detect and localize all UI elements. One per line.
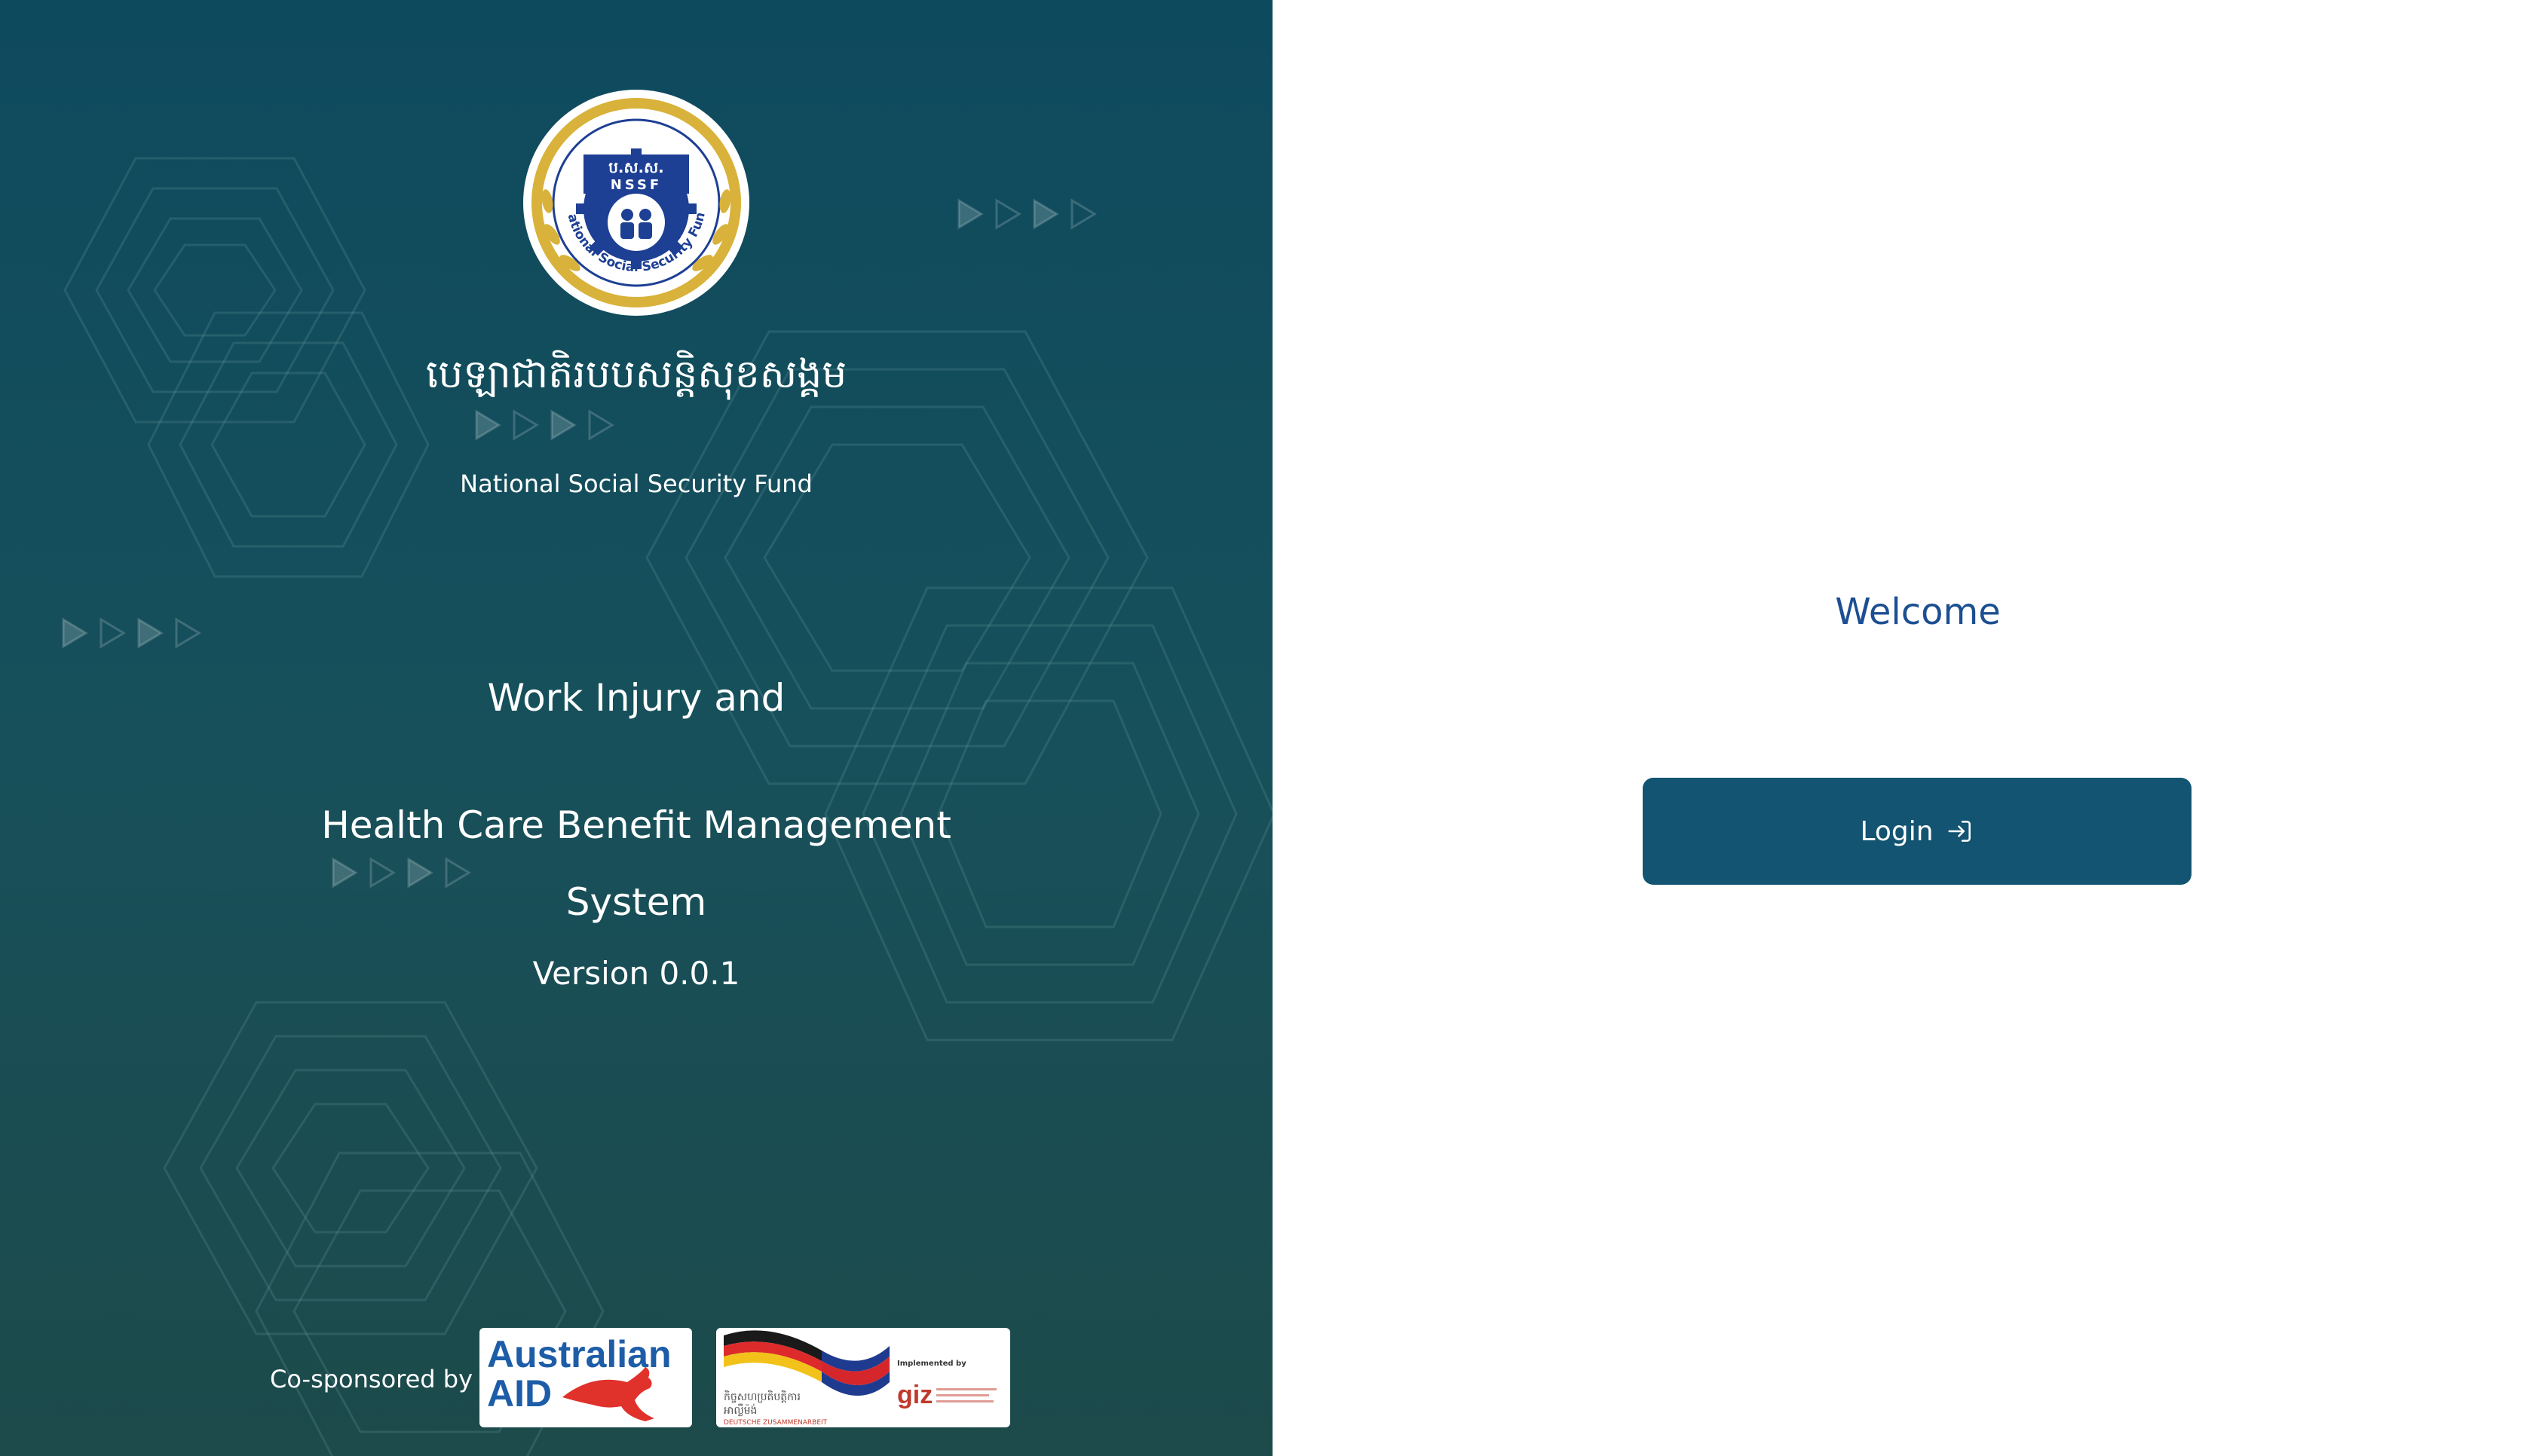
nssf-logo: ប.ស.ស. NSSF National Social Security Fun…: [522, 88, 749, 316]
version-label: Version 0.0.1: [532, 955, 740, 992]
svg-text:ប.ស.ស.: ប.ស.ស.: [608, 158, 664, 176]
cosponsor-label: Co-sponsored by: [270, 1365, 473, 1393]
australian-aid-logo: Australian AID: [479, 1328, 692, 1427]
login-page: ប.ស.ស. NSSF National Social Security Fun…: [0, 0, 2533, 1456]
org-name: National Social Security Fund: [460, 470, 813, 498]
svg-text:DEUTSCHE ZUSAMMENARBEIT: DEUTSCHE ZUSAMMENARBEIT: [724, 1419, 828, 1427]
login-arrow-icon: [1948, 821, 1971, 842]
svg-text:កិច្ចសហប្រតិបត្តិការ: កិច្ចសហប្រតិបត្តិការ: [724, 1390, 801, 1403]
login-button[interactable]: Login: [1643, 778, 2191, 885]
svg-text:giz: giz: [897, 1381, 933, 1409]
svg-text:អាល្លឺម៉ង់: អាល្លឺម៉ង់: [724, 1403, 757, 1417]
welcome-heading: Welcome: [1835, 591, 2001, 633]
login-button-label: Login: [1860, 815, 1934, 847]
app-title: Work Injury and Health Care Benefit Mana…: [305, 672, 968, 941]
svg-text:NSSF: NSSF: [611, 177, 662, 193]
login-panel: Welcome Login: [1273, 0, 2533, 1456]
app-title-line1: Work Injury and: [487, 676, 786, 720]
giz-logo: កិច្ចសហប្រតិបត្តិការ អាល្លឺម៉ង់ DEUTSCHE…: [716, 1328, 1010, 1427]
app-title-line2: Health Care Benefit Management System: [321, 803, 951, 924]
brand-panel: ប.ស.ស. NSSF National Social Security Fun…: [0, 0, 1273, 1456]
khmer-org-title: បេឡាជាតិរបបសន្តិសុខសង្គម: [425, 352, 847, 397]
svg-text:Implemented by: Implemented by: [897, 1360, 966, 1368]
svg-text:AID: AID: [487, 1372, 552, 1415]
